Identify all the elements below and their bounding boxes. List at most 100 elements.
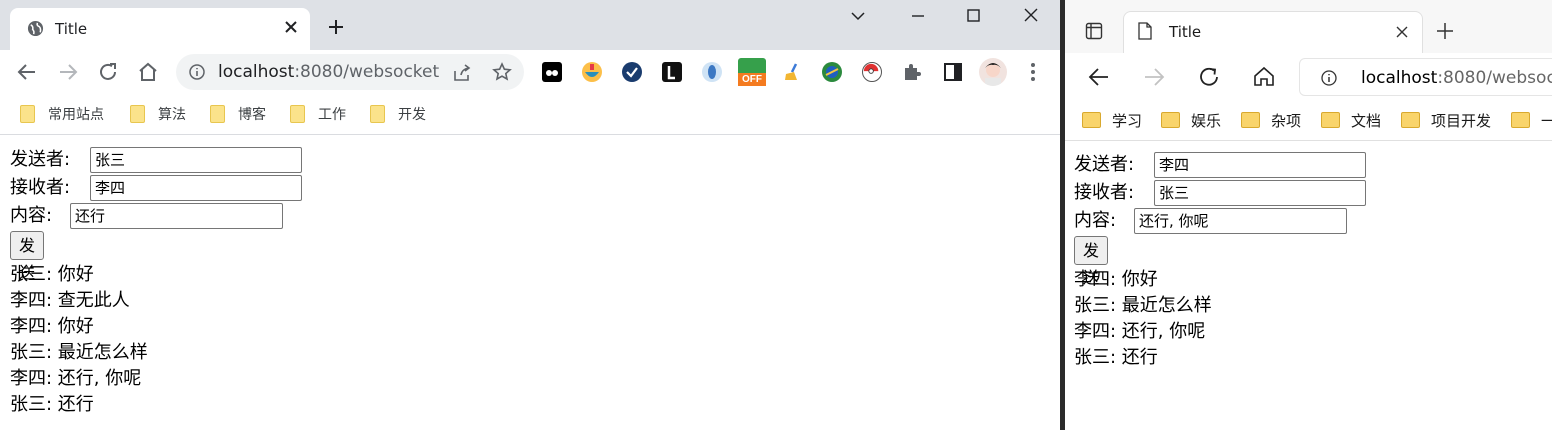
bookmark-folder[interactable]: 项目开发 xyxy=(1401,109,1491,131)
extension-broom-icon[interactable] xyxy=(782,62,802,82)
bookmark-label: 常用站点 xyxy=(48,107,104,123)
bookmark-folder[interactable]: 博客 xyxy=(210,104,266,124)
bookmark-label: 娱乐 xyxy=(1191,111,1222,130)
bookmark-label: 杂项 xyxy=(1271,111,1302,130)
tab-strip: Title xyxy=(0,0,1060,50)
bookmark-folder[interactable]: 开发 xyxy=(370,104,426,124)
forward-icon[interactable] xyxy=(56,60,80,84)
maximize-icon[interactable] xyxy=(964,8,984,24)
sender-label: 发送者: xyxy=(1074,154,1135,175)
avatar[interactable] xyxy=(979,58,1007,86)
receiver-input[interactable]: 李四 xyxy=(90,175,302,201)
extension-off-label: OFF xyxy=(738,73,766,86)
home-icon[interactable] xyxy=(1252,65,1276,89)
message-line: 张三: 最近怎么样 xyxy=(10,342,148,363)
menu-kebab-icon[interactable] xyxy=(1021,60,1045,84)
message-line: 李四: 还行, 你呢 xyxy=(10,368,142,389)
receiver-label: 接收者: xyxy=(10,177,71,198)
bookmark-folder[interactable]: 娱乐 xyxy=(1161,109,1221,131)
send-button[interactable]: 发送 xyxy=(10,231,45,282)
info-icon[interactable] xyxy=(1321,70,1337,86)
share-icon[interactable] xyxy=(452,63,472,83)
url-path: :8080/websocket xyxy=(294,62,440,82)
bookmark-label: 文档 xyxy=(1351,111,1382,130)
message-line: 张三: 你好 xyxy=(10,264,94,285)
tab-strip: Title xyxy=(1065,0,1552,53)
receiver-input[interactable]: 张三 xyxy=(1154,180,1366,206)
address-bar[interactable]: localhost:8080/websocket xyxy=(1299,58,1552,96)
sender-row: 发送者: 张三 xyxy=(10,147,302,173)
bookmark-folder[interactable]: 一 xyxy=(1511,109,1552,131)
message-line: 李四: 还行, 你呢 xyxy=(1074,321,1206,342)
minimize-icon[interactable] xyxy=(908,8,928,24)
url-text: localhost:8080/websocket xyxy=(218,62,439,82)
folder-icon xyxy=(20,105,35,123)
send-button[interactable]: 发送 xyxy=(1074,236,1109,287)
extension-5-icon[interactable] xyxy=(702,62,722,82)
extension-globe-icon[interactable] xyxy=(822,62,842,82)
folder-icon xyxy=(370,105,385,123)
bookmark-folder[interactable]: 算法 xyxy=(130,104,186,124)
puzzle-icon[interactable] xyxy=(900,60,924,84)
bookmark-folder[interactable]: 工作 xyxy=(290,104,346,124)
sender-input[interactable]: 李四 xyxy=(1154,152,1366,178)
tab-title-left[interactable]: Title xyxy=(10,8,310,50)
new-tab-icon[interactable] xyxy=(326,17,346,37)
bookmark-label: 开发 xyxy=(398,107,426,123)
tab-actions-icon[interactable] xyxy=(1085,22,1103,40)
back-icon[interactable] xyxy=(15,60,39,84)
bookmark-folder[interactable]: 常用站点 xyxy=(20,104,104,124)
bookmark-folder[interactable]: 文档 xyxy=(1321,109,1381,131)
folder-icon xyxy=(1401,112,1420,128)
folder-icon xyxy=(1161,112,1180,128)
folder-icon xyxy=(1082,112,1101,128)
folder-icon xyxy=(1321,112,1340,128)
reload-icon[interactable] xyxy=(1197,65,1221,89)
close-tab-icon[interactable] xyxy=(282,18,300,36)
info-icon[interactable] xyxy=(189,64,205,80)
sender-label: 发送者: xyxy=(10,149,71,170)
bookmark-folder[interactable]: 杂项 xyxy=(1241,109,1301,131)
extension-pokeball-icon[interactable] xyxy=(862,62,882,82)
tab-title-text: Title xyxy=(1169,23,1202,41)
extension-4-icon[interactable] xyxy=(662,62,682,82)
chevron-down-icon[interactable] xyxy=(848,8,868,24)
sender-input[interactable]: 张三 xyxy=(90,147,302,173)
folder-icon xyxy=(1241,112,1260,128)
toolbar: localhost:8080/websocket xyxy=(1065,53,1552,101)
message-line: 张三: 最近怎么样 xyxy=(1074,295,1212,316)
forward-icon[interactable] xyxy=(1142,65,1166,89)
bookmark-label: 工作 xyxy=(318,107,346,123)
side-panel-icon[interactable] xyxy=(941,60,965,84)
extension-3-icon[interactable] xyxy=(622,62,642,82)
new-tab-icon[interactable] xyxy=(1435,21,1455,41)
message-line: 李四: 查无此人 xyxy=(10,290,130,311)
receiver-row: 接收者: 张三 xyxy=(1074,180,1366,206)
extension-2-icon[interactable] xyxy=(582,62,602,82)
receiver-row: 接收者: 李四 xyxy=(10,175,302,201)
bookmarks-bar: 常用站点 算法 博客 工作 开发 xyxy=(0,94,1060,135)
url-host: localhost xyxy=(218,62,295,82)
close-tab-icon[interactable] xyxy=(1394,24,1410,40)
globe-icon xyxy=(27,20,44,37)
tab-title-right[interactable]: Title xyxy=(1123,11,1423,53)
sender-row: 发送者: 李四 xyxy=(1074,152,1366,178)
extension-1-icon[interactable] xyxy=(542,62,562,82)
url-text: localhost:8080/websocket xyxy=(1361,68,1552,88)
bookmark-star-icon[interactable] xyxy=(492,62,512,82)
document-icon xyxy=(1138,22,1152,40)
back-icon[interactable] xyxy=(1087,65,1111,89)
home-icon[interactable] xyxy=(136,60,160,84)
reload-icon[interactable] xyxy=(96,60,120,84)
bookmark-label: 项目开发 xyxy=(1431,111,1492,130)
close-window-icon[interactable] xyxy=(1021,8,1041,24)
content-input[interactable]: 还行, 你呢 xyxy=(1134,208,1347,234)
content-input[interactable]: 还行 xyxy=(70,203,283,229)
bookmark-label: 博客 xyxy=(238,107,266,123)
message-line: 李四: 你好 xyxy=(10,316,94,337)
address-bar[interactable]: localhost:8080/websocket xyxy=(176,54,524,90)
extension-off-icon[interactable]: OFF xyxy=(738,58,766,86)
bookmark-folder[interactable]: 学习 xyxy=(1082,109,1142,131)
folder-icon xyxy=(1511,112,1530,128)
message-line: 李四: 你好 xyxy=(1074,269,1158,290)
